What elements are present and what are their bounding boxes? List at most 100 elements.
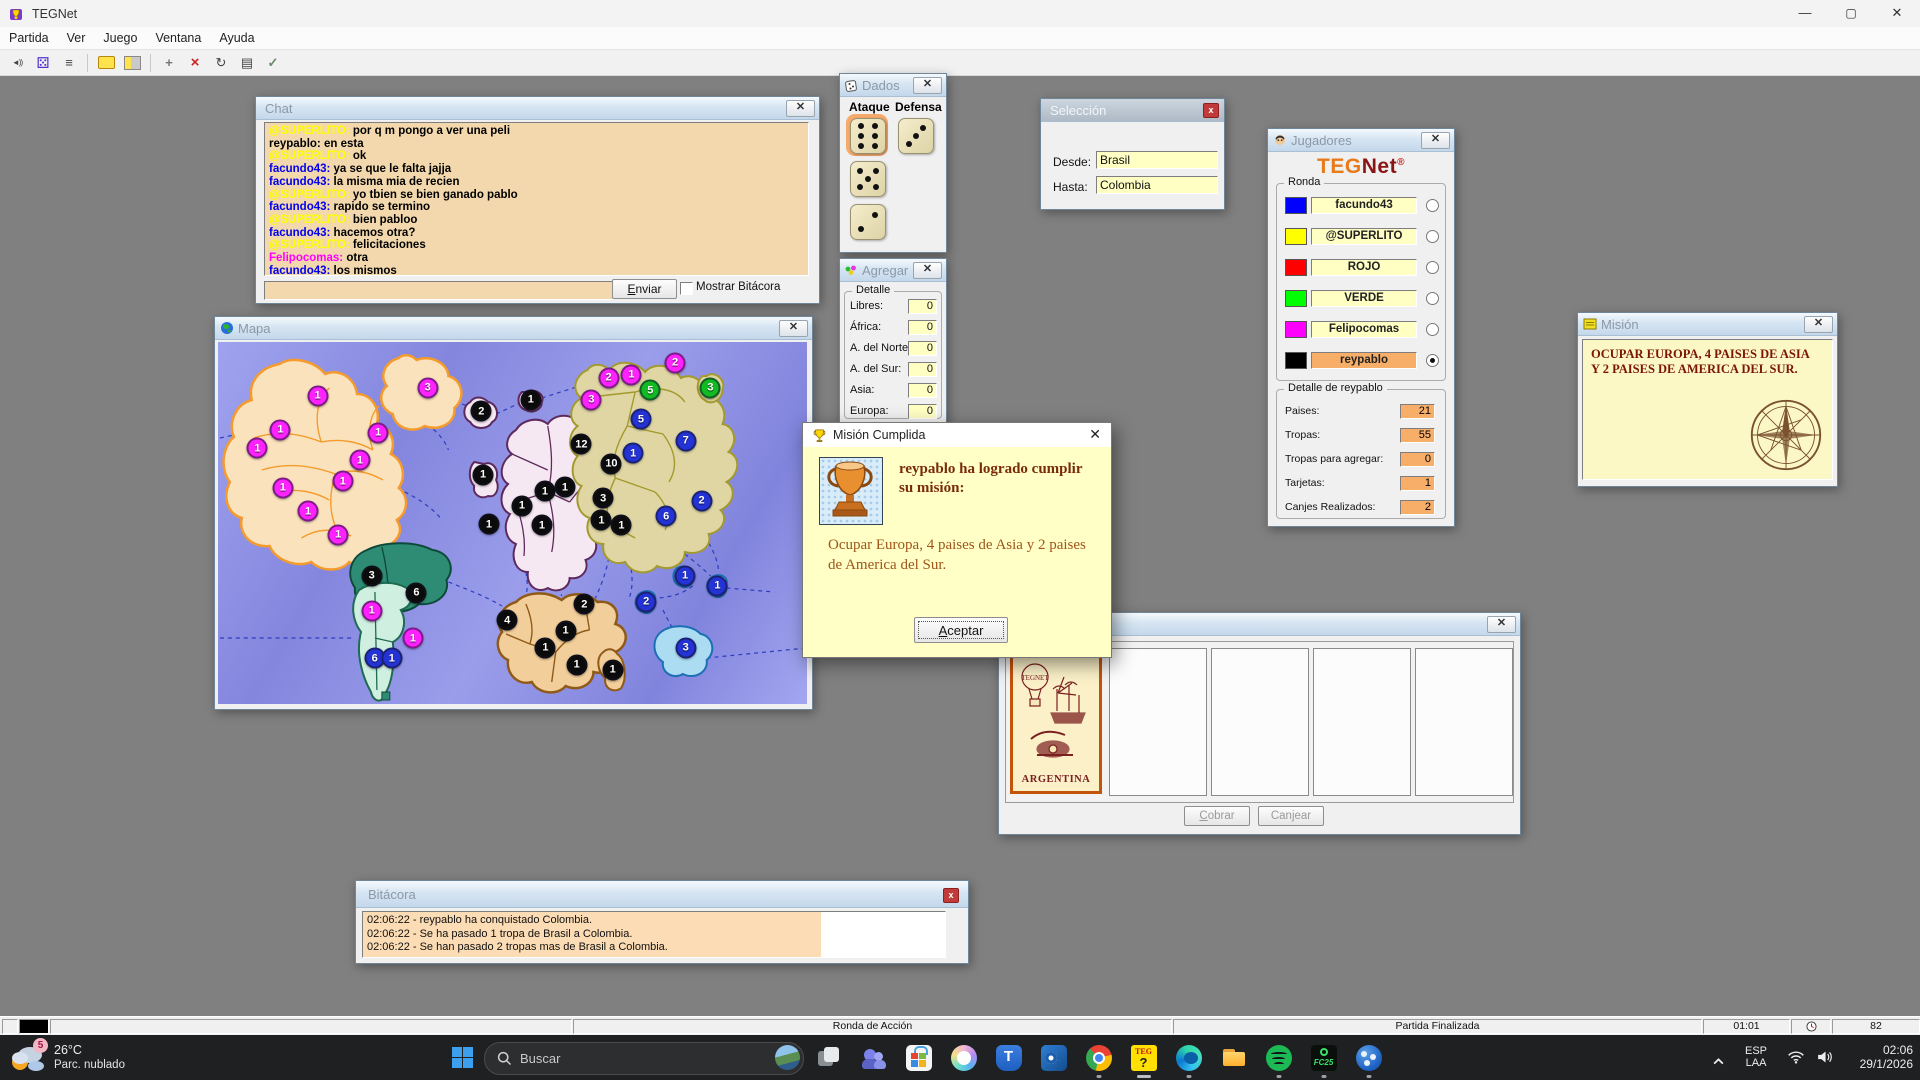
army-marker[interactable]: 1 [554,477,575,498]
chat-close-icon[interactable]: ✕ [786,100,815,117]
army-marker[interactable]: 1 [520,389,541,410]
empty-card-slot[interactable] [1109,648,1207,796]
player-row[interactable]: VERDE [1285,289,1437,307]
player-turn-radio[interactable] [1426,292,1439,305]
log-list[interactable]: 02:06:22 - reypablo ha conquistado Colom… [362,911,946,958]
exchange-button[interactable]: Canjear [1258,806,1324,826]
mission-titlebar[interactable]: Misión [1578,313,1837,336]
log-list-icon[interactable]: ≡ [57,52,81,74]
chat-window-icon[interactable] [94,52,118,74]
army-marker[interactable]: 2 [598,367,619,388]
chrome-icon[interactable] [1076,1035,1121,1080]
maximize-icon[interactable]: ▢ [1828,0,1874,27]
language-indicator[interactable]: ESPLAA [1745,1045,1767,1069]
show-log-checkbox[interactable] [680,282,693,295]
round-icon[interactable]: ↻ [209,52,233,74]
mission-image-icon[interactable] [120,52,144,74]
dialog-close-icon[interactable]: ✕ [1089,426,1101,443]
sound-icon[interactable]: ◄)) [5,52,29,74]
army-marker[interactable]: 2 [574,594,595,615]
game-dice-icon[interactable]: ⚄ [31,52,55,74]
army-marker[interactable]: 1 [531,515,552,536]
edge-icon[interactable] [1166,1035,1211,1080]
army-marker[interactable]: 6 [406,582,427,603]
player-turn-radio[interactable] [1426,261,1439,274]
game-launcher-icon[interactable] [1346,1035,1391,1080]
army-marker[interactable]: 1 [332,471,353,492]
wifi-icon[interactable] [1787,1050,1805,1069]
army-marker[interactable]: 1 [368,422,389,443]
army-marker[interactable]: 3 [675,637,696,658]
close-red-icon[interactable]: × [183,52,207,74]
task-view-button[interactable] [806,1035,851,1080]
search-daily-image[interactable] [775,1045,800,1070]
army-marker[interactable]: 1 [591,510,612,531]
log-titlebar[interactable]: Bitácora [356,881,968,908]
army-marker[interactable]: 1 [478,514,499,535]
microsoft-store-icon[interactable] [896,1035,941,1080]
send-button[interactable]: Enviar [612,279,677,299]
players-close-icon[interactable]: ✕ [1421,132,1450,149]
army-marker[interactable]: 2 [636,591,657,612]
player-row[interactable]: ROJO [1285,258,1437,276]
army-marker[interactable]: 3 [417,377,438,398]
army-marker[interactable]: 1 [307,385,328,406]
teams-classic-icon[interactable] [986,1035,1031,1080]
army-marker[interactable]: 2 [471,401,492,422]
tray-clock[interactable]: 02:0629/1/2026 [1845,1043,1913,1071]
army-marker[interactable]: 2 [691,490,712,511]
map-canvas[interactable]: 1111111113361161211121111121235357110311… [218,342,807,704]
army-marker[interactable]: 1 [555,620,576,641]
army-marker[interactable]: 1 [707,575,728,596]
empty-card-slot[interactable] [1415,648,1513,796]
army-marker[interactable]: 3 [581,389,602,410]
add-troops-close-icon[interactable]: ✕ [913,262,942,279]
menu-item-ver[interactable]: Ver [58,28,95,49]
army-marker[interactable]: 1 [602,659,623,680]
army-marker[interactable]: 1 [270,419,291,440]
army-marker[interactable]: 2 [665,352,686,373]
army-marker[interactable]: 1 [328,524,349,545]
menu-item-ventana[interactable]: Ventana [146,28,210,49]
tray-chevron-icon[interactable] [1712,1053,1725,1071]
to-field[interactable]: Colombia [1096,176,1218,194]
army-marker[interactable]: 1 [621,364,642,385]
army-marker[interactable]: 1 [361,600,382,621]
army-marker[interactable]: 1 [675,565,696,586]
army-marker[interactable]: 1 [535,637,556,658]
spotify-icon[interactable] [1256,1035,1301,1080]
army-marker[interactable]: 1 [566,654,587,675]
map-close-icon[interactable]: ✕ [779,320,808,337]
country-card-argentina[interactable]: TEGNET ARGENTINA [1010,650,1102,794]
army-marker[interactable]: 5 [640,380,661,401]
player-turn-radio[interactable] [1426,230,1439,243]
army-marker[interactable]: 1 [402,628,423,649]
add-icon[interactable]: + [157,52,181,74]
player-row[interactable]: Felipocomas [1285,320,1437,338]
from-field[interactable]: Brasil [1096,151,1218,169]
player-row[interactable]: facundo43 [1285,196,1437,214]
outlook-icon[interactable] [1031,1035,1076,1080]
close-icon[interactable]: ✕ [1874,0,1920,27]
start-button[interactable] [452,1047,473,1068]
army-marker[interactable]: 1 [349,450,370,471]
menu-item-juego[interactable]: Juego [94,28,146,49]
army-marker[interactable]: 1 [534,481,555,502]
army-marker[interactable]: 1 [623,443,644,464]
army-marker[interactable]: 3 [593,488,614,509]
minimize-icon[interactable]: — [1782,0,1828,27]
army-marker[interactable]: 1 [611,515,632,536]
army-marker[interactable]: 1 [381,648,402,669]
player-row[interactable]: reypablo [1285,351,1437,369]
chat-titlebar[interactable]: Chat [256,97,819,120]
army-marker[interactable]: 4 [497,610,518,631]
dice-close-icon[interactable]: ✕ [913,77,942,94]
copilot-icon[interactable] [941,1035,986,1080]
selection-close-icon[interactable]: x [1203,103,1219,118]
army-marker[interactable]: 1 [247,438,268,459]
tegnet-taskbar-icon[interactable] [1121,1035,1166,1080]
army-marker[interactable]: 5 [630,409,651,430]
menu-item-partida[interactable]: Partida [0,28,58,49]
taskbar-weather-widget[interactable]: 5 26°C Parc. nublado [10,1040,125,1074]
army-marker[interactable]: 12 [571,434,592,455]
